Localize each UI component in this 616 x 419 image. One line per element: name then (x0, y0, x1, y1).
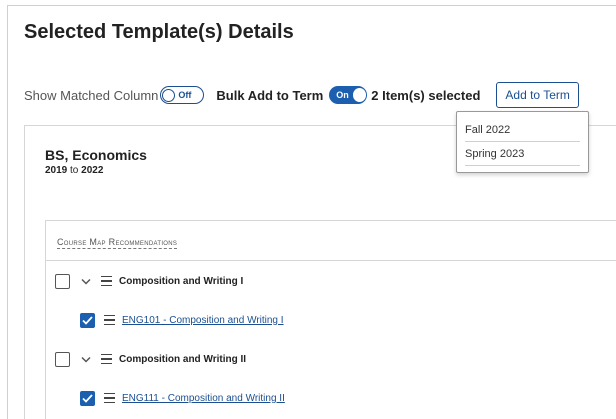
toggle-knob (162, 88, 176, 102)
list-item: ENG111 - Composition and Writing II (80, 388, 285, 408)
term-option[interactable]: Fall 2022 (465, 118, 580, 142)
chevron-down-icon[interactable] (80, 275, 92, 287)
selected-count: 2 Item(s) selected (371, 87, 481, 103)
drag-handle-icon[interactable] (101, 276, 112, 286)
show-matched-column-toggle[interactable]: Off (160, 86, 205, 104)
toolbar: Show Matched Column Off Bulk Add to Term… (24, 82, 579, 108)
recommendations-header: Course Map Recommendations (57, 237, 178, 249)
recommendations-panel: Course Map Recommendations Composition a… (45, 220, 616, 419)
drag-handle-icon[interactable] (104, 315, 115, 325)
group-label: Composition and Writing II (119, 353, 247, 365)
course-link[interactable]: ENG101 - Composition and Writing I (122, 315, 284, 326)
drag-handle-icon[interactable] (104, 393, 115, 403)
checkmark-icon (82, 393, 93, 403)
list-item: ENG101 - Composition and Writing I (80, 310, 284, 330)
list-item: Composition and Writing I (55, 271, 243, 291)
years-separator: to (70, 165, 79, 176)
row-checkbox[interactable] (55, 351, 70, 367)
term-dropdown-menu: Fall 2022 Spring 2023 (456, 111, 589, 173)
bulk-add-to-term-toggle[interactable]: On (329, 86, 368, 104)
row-checkbox[interactable] (80, 390, 95, 406)
bulk-add-to-term-label: Bulk Add to Term (216, 87, 324, 103)
checkmark-icon (82, 315, 93, 325)
chevron-down-icon[interactable] (80, 353, 92, 365)
toggle-state-text: Off (178, 90, 192, 100)
divider (46, 260, 616, 261)
program-name: BS, Economics (45, 147, 147, 163)
start-year: 2019 (45, 165, 68, 176)
toggle-state-text: On (336, 90, 349, 100)
term-option[interactable]: Spring 2023 (465, 142, 580, 166)
page-title: Selected Template(s) Details (24, 21, 294, 43)
add-to-term-button[interactable]: Add to Term (496, 82, 579, 108)
show-matched-column-label: Show Matched Column (24, 87, 159, 103)
row-checkbox[interactable] (80, 312, 95, 328)
course-link[interactable]: ENG111 - Composition and Writing II (122, 393, 285, 404)
list-item: Composition and Writing II (55, 349, 246, 369)
row-checkbox[interactable] (55, 273, 70, 289)
program-years: 2019 to 2022 (45, 165, 103, 176)
end-year: 2022 (81, 165, 104, 176)
toggle-knob (352, 88, 367, 102)
drag-handle-icon[interactable] (101, 354, 112, 364)
group-label: Composition and Writing I (119, 275, 244, 287)
